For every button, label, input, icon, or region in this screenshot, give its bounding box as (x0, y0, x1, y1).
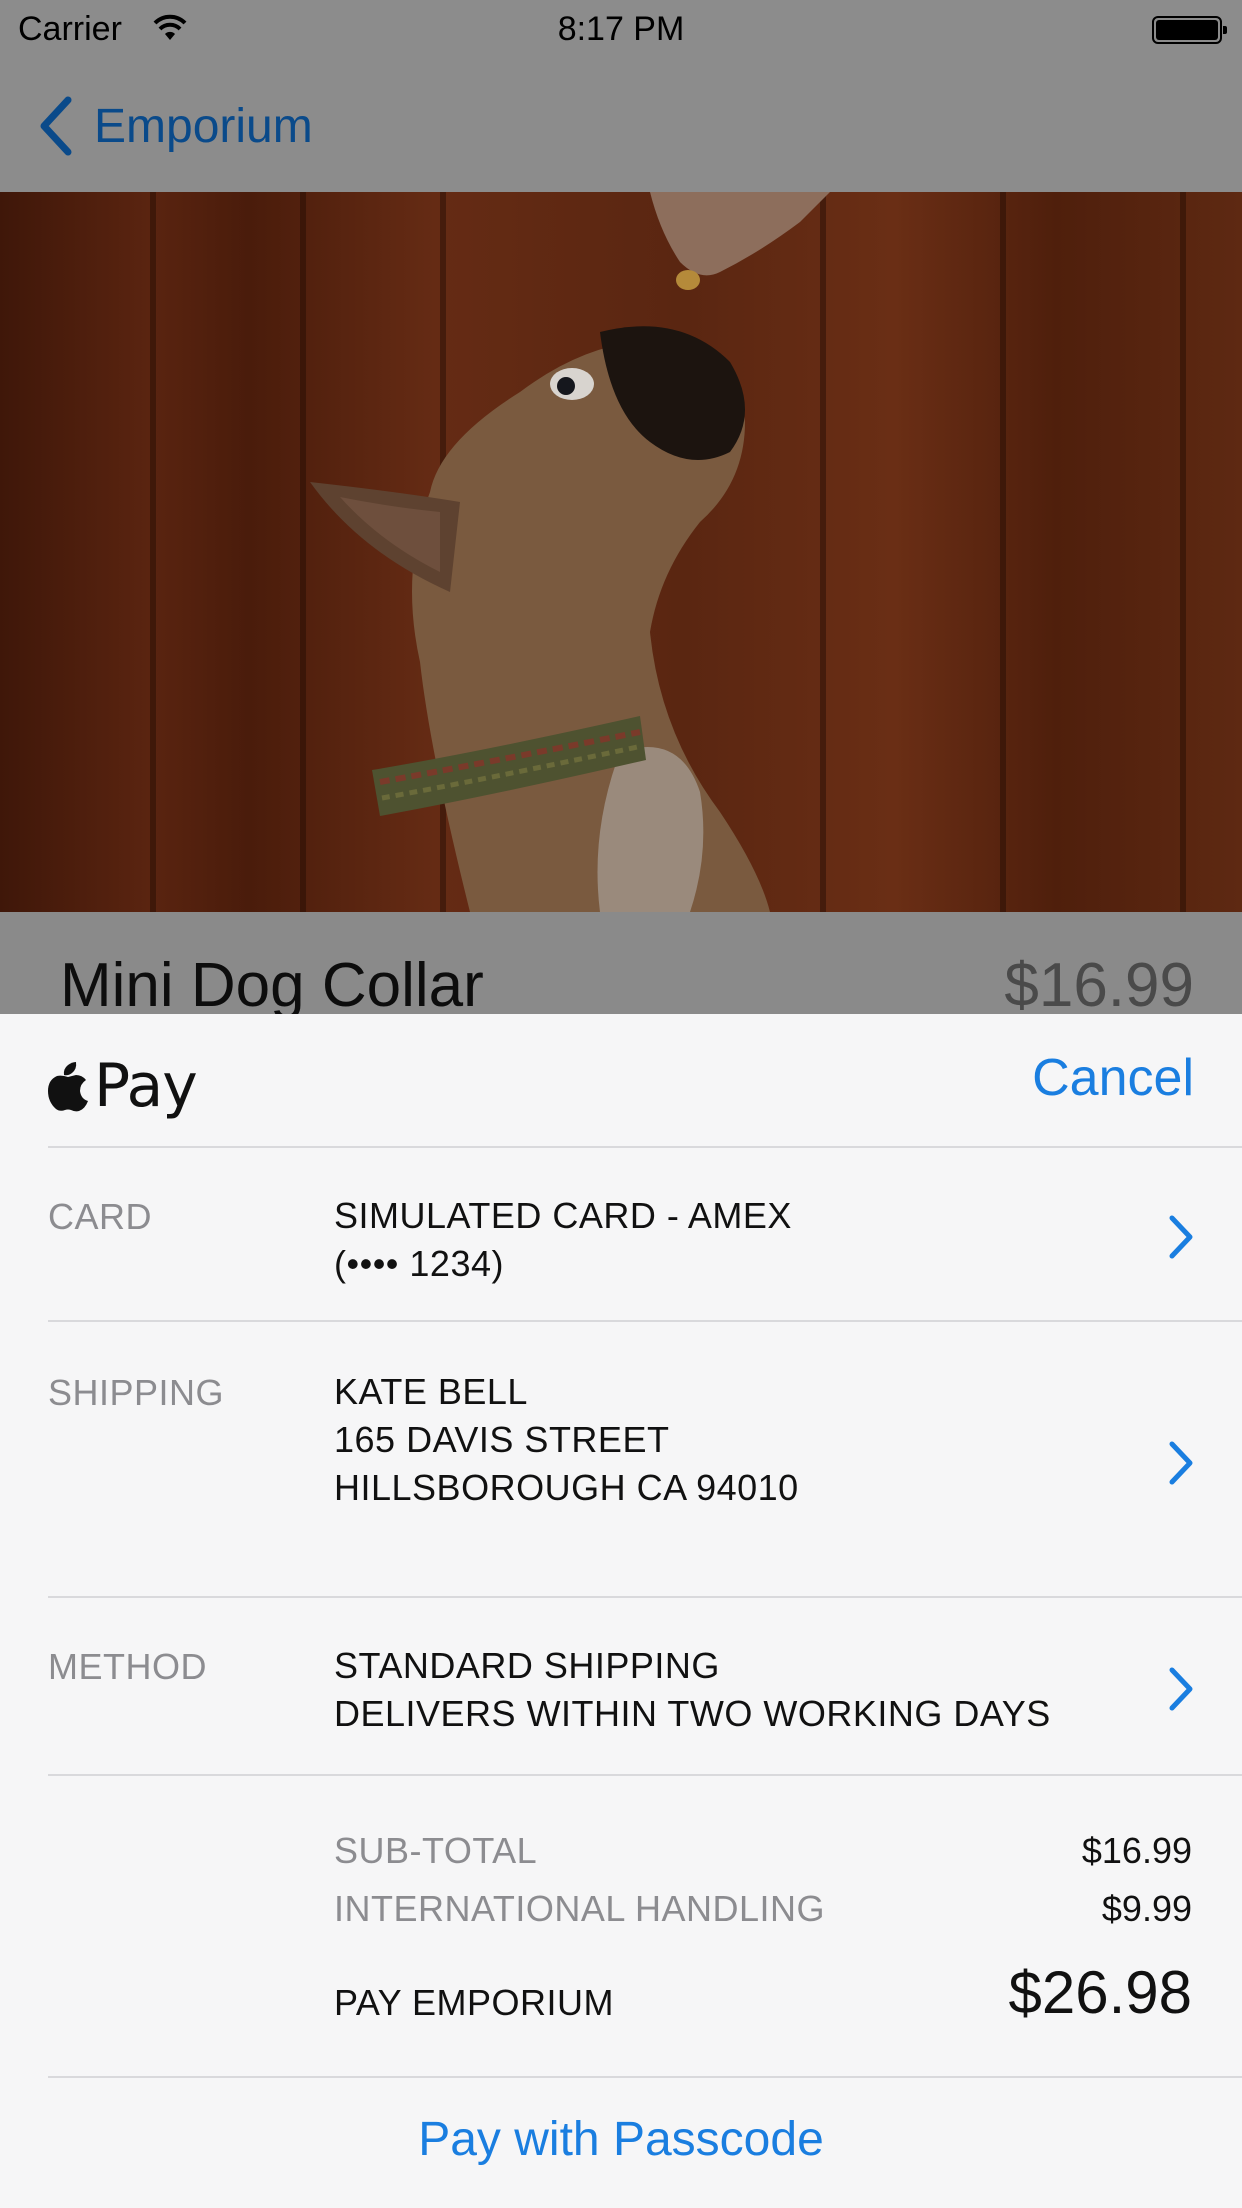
shipping-value: KATE BELL 165 DAVIS STREET HILLSBOROUGH … (334, 1368, 799, 1512)
back-button[interactable]: Emporium (36, 94, 313, 158)
method-line: STANDARD SHIPPING (334, 1645, 720, 1686)
product-name: Mini Dog Collar (60, 951, 484, 1020)
divider (48, 1596, 1242, 1598)
shipping-line: KATE BELL (334, 1371, 528, 1412)
chevron-right-icon (1169, 1667, 1193, 1711)
chevron-right-icon (1169, 1215, 1193, 1259)
method-value: STANDARD SHIPPING DELIVERS WITHIN TWO WO… (334, 1642, 1051, 1738)
product-info: Mini Dog Collar $16.99 (0, 912, 1242, 1020)
pay-with-passcode-button[interactable]: Pay with Passcode (0, 2112, 1242, 2167)
product-image (0, 192, 1242, 912)
method-label: METHOD (48, 1646, 207, 1687)
divider (48, 1146, 1242, 1148)
card-line: SIMULATED CARD - AMEX (334, 1195, 792, 1236)
shipping-line: 165 DAVIS STREET (334, 1419, 670, 1460)
divider (48, 1320, 1242, 1322)
divider (48, 2076, 1242, 2078)
handling-value: $9.99 (1101, 1888, 1192, 1929)
status-bar: Carrier 8:17 PM (0, 0, 1242, 60)
navigation-bar: Emporium (0, 60, 1242, 193)
back-button-label: Emporium (94, 99, 313, 153)
pay-wordmark: Pay (94, 1051, 198, 1121)
chevron-left-icon (40, 96, 72, 156)
method-line: DELIVERS WITHIN TWO WORKING DAYS (334, 1693, 1051, 1734)
sheet-header: Pay Cancel (0, 1014, 1242, 1146)
subtotal-value: $16.99 (1081, 1830, 1192, 1871)
card-line: (•••• 1234) (334, 1243, 504, 1284)
handling-label: INTERNATIONAL HANDLING (334, 1888, 826, 1929)
apple-logo-icon (48, 1062, 88, 1112)
product-price: $16.99 (1004, 951, 1194, 1020)
battery-icon (1152, 16, 1227, 44)
chevron-right-icon (1169, 1441, 1193, 1485)
divider (48, 1774, 1242, 1776)
total-value: $26.98 (1008, 1959, 1192, 2026)
status-time: 8:17 PM (557, 10, 685, 48)
shipping-label: SHIPPING (48, 1372, 225, 1413)
subtotal-label: SUB-TOTAL (334, 1830, 538, 1871)
card-label: CARD (48, 1196, 153, 1237)
cancel-button[interactable]: Cancel (1032, 1048, 1194, 1108)
apple-pay-sheet: Pay Cancel CARD SIMULATED CARD - AMEX (•… (0, 1014, 1242, 2208)
shipping-line: HILLSBOROUGH CA 94010 (334, 1467, 799, 1508)
card-value: SIMULATED CARD - AMEX (•••• 1234) (334, 1192, 792, 1288)
total-label: PAY EMPORIUM (334, 1982, 615, 2023)
apple-pay-logo: Pay (46, 1050, 198, 1122)
dog-photo (310, 192, 830, 912)
